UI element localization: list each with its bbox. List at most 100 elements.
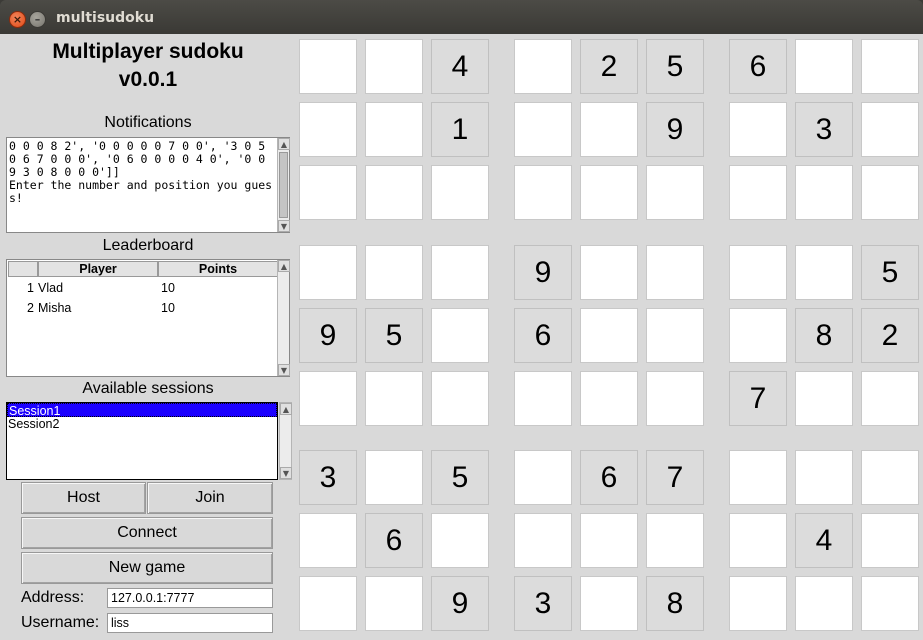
sudoku-cell-r7c9[interactable]: [861, 450, 919, 505]
sudoku-cell-r9c3[interactable]: 9: [431, 576, 489, 631]
sudoku-cell-r3c8[interactable]: [795, 165, 853, 220]
sudoku-cell-r4c5[interactable]: [580, 245, 638, 300]
sudoku-cell-r6c8[interactable]: [795, 371, 853, 426]
scroll-up-icon[interactable]: ▲: [278, 138, 290, 150]
sudoku-cell-r9c5[interactable]: [580, 576, 638, 631]
sudoku-cell-r8c1[interactable]: [299, 513, 357, 568]
sudoku-cell-r1c3[interactable]: 4: [431, 39, 489, 94]
sudoku-cell-r1c9[interactable]: [861, 39, 919, 94]
list-item[interactable]: Session1: [7, 403, 277, 418]
sudoku-cell-r2c4[interactable]: [514, 102, 572, 157]
sudoku-cell-r1c1[interactable]: [299, 39, 357, 94]
sudoku-cell-r3c3[interactable]: [431, 165, 489, 220]
sudoku-cell-r4c8[interactable]: [795, 245, 853, 300]
sudoku-cell-r3c2[interactable]: [365, 165, 423, 220]
sudoku-cell-r5c9[interactable]: 2: [861, 308, 919, 363]
sudoku-cell-r3c4[interactable]: [514, 165, 572, 220]
close-window-button[interactable]: ×: [9, 11, 26, 28]
sudoku-cell-r4c7[interactable]: [729, 245, 787, 300]
sudoku-cell-r7c6[interactable]: 7: [646, 450, 704, 505]
sudoku-cell-r8c2[interactable]: 6: [365, 513, 423, 568]
scroll-down-icon[interactable]: ▼: [278, 364, 290, 376]
sudoku-cell-r7c1[interactable]: 3: [299, 450, 357, 505]
sudoku-cell-r2c7[interactable]: [729, 102, 787, 157]
sudoku-cell-r4c2[interactable]: [365, 245, 423, 300]
sudoku-cell-r3c7[interactable]: [729, 165, 787, 220]
sessions-list[interactable]: Session1 Session2: [6, 402, 278, 480]
sudoku-cell-r4c3[interactable]: [431, 245, 489, 300]
sudoku-cell-r5c7[interactable]: [729, 308, 787, 363]
sudoku-cell-r6c7[interactable]: 7: [729, 371, 787, 426]
sudoku-cell-r8c9[interactable]: [861, 513, 919, 568]
sudoku-cell-r9c9[interactable]: [861, 576, 919, 631]
username-field[interactable]: liss: [107, 613, 273, 633]
notifications-box[interactable]: 0 0 0 8 2', '0 0 0 0 0 7 0 0', '3 0 5 0 …: [6, 137, 290, 233]
sudoku-cell-r7c8[interactable]: [795, 450, 853, 505]
sudoku-cell-r4c1[interactable]: [299, 245, 357, 300]
sudoku-cell-r3c5[interactable]: [580, 165, 638, 220]
sudoku-cell-r6c9[interactable]: [861, 371, 919, 426]
sudoku-cell-r6c5[interactable]: [580, 371, 638, 426]
sudoku-cell-r8c8[interactable]: 4: [795, 513, 853, 568]
sudoku-cell-r2c8[interactable]: 3: [795, 102, 853, 157]
scroll-down-icon[interactable]: ▼: [280, 467, 292, 479]
sudoku-cell-r9c1[interactable]: [299, 576, 357, 631]
notifications-scrollbar[interactable]: ▲ ▼: [277, 138, 290, 232]
sudoku-cell-r5c4[interactable]: 6: [514, 308, 572, 363]
sudoku-cell-r9c7[interactable]: [729, 576, 787, 631]
sudoku-cell-r2c9[interactable]: [861, 102, 919, 157]
sudoku-cell-r2c6[interactable]: 9: [646, 102, 704, 157]
sessions-scrollbar[interactable]: ▲ ▼: [279, 402, 292, 480]
sudoku-cell-r5c6[interactable]: [646, 308, 704, 363]
scroll-up-icon[interactable]: ▲: [278, 260, 290, 272]
column-header-points[interactable]: Points: [158, 261, 278, 277]
sudoku-cell-r5c1[interactable]: 9: [299, 308, 357, 363]
leaderboard-scrollbar[interactable]: ▲ ▼: [277, 260, 290, 376]
column-header-index[interactable]: [8, 261, 38, 277]
sudoku-cell-r3c9[interactable]: [861, 165, 919, 220]
scroll-up-icon[interactable]: ▲: [280, 403, 292, 415]
sudoku-cell-r6c6[interactable]: [646, 371, 704, 426]
host-button[interactable]: Host: [21, 482, 146, 514]
sudoku-cell-r5c5[interactable]: [580, 308, 638, 363]
sudoku-cell-r1c5[interactable]: 2: [580, 39, 638, 94]
sudoku-cell-r6c4[interactable]: [514, 371, 572, 426]
sudoku-cell-r1c6[interactable]: 5: [646, 39, 704, 94]
sudoku-cell-r1c4[interactable]: [514, 39, 572, 94]
address-field[interactable]: 127.0.0.1:7777: [107, 588, 273, 608]
sudoku-cell-r8c3[interactable]: [431, 513, 489, 568]
sudoku-cell-r5c2[interactable]: 5: [365, 308, 423, 363]
sudoku-cell-r3c6[interactable]: [646, 165, 704, 220]
sudoku-cell-r7c7[interactable]: [729, 450, 787, 505]
sudoku-cell-r2c3[interactable]: 1: [431, 102, 489, 157]
connect-button[interactable]: Connect: [21, 517, 273, 549]
table-row[interactable]: 2 Misha 10: [8, 298, 258, 318]
table-row[interactable]: 1 Vlad 10: [8, 278, 258, 298]
sudoku-cell-r2c1[interactable]: [299, 102, 357, 157]
minimize-window-button[interactable]: –: [29, 11, 46, 28]
sudoku-cell-r4c4[interactable]: 9: [514, 245, 572, 300]
column-header-player[interactable]: Player: [38, 261, 158, 277]
notifications-scroll-thumb[interactable]: [279, 152, 288, 218]
scroll-down-icon[interactable]: ▼: [278, 220, 290, 232]
sudoku-cell-r7c3[interactable]: 5: [431, 450, 489, 505]
sudoku-cell-r9c6[interactable]: 8: [646, 576, 704, 631]
sudoku-cell-r1c2[interactable]: [365, 39, 423, 94]
sudoku-cell-r8c7[interactable]: [729, 513, 787, 568]
new-game-button[interactable]: New game: [21, 552, 273, 584]
sudoku-cell-r6c1[interactable]: [299, 371, 357, 426]
sudoku-cell-r6c2[interactable]: [365, 371, 423, 426]
list-item[interactable]: Session2: [7, 417, 277, 431]
sudoku-cell-r2c2[interactable]: [365, 102, 423, 157]
sudoku-cell-r4c6[interactable]: [646, 245, 704, 300]
leaderboard-table[interactable]: Player Points 1 Vlad 10 2 Misha 10 ▲ ▼: [6, 259, 290, 377]
sudoku-cell-r8c4[interactable]: [514, 513, 572, 568]
join-button[interactable]: Join: [147, 482, 273, 514]
sudoku-cell-r1c7[interactable]: 6: [729, 39, 787, 94]
sudoku-cell-r7c5[interactable]: 6: [580, 450, 638, 505]
sudoku-cell-r8c5[interactable]: [580, 513, 638, 568]
sudoku-cell-r2c5[interactable]: [580, 102, 638, 157]
sudoku-cell-r7c4[interactable]: [514, 450, 572, 505]
sudoku-cell-r3c1[interactable]: [299, 165, 357, 220]
sudoku-cell-r8c6[interactable]: [646, 513, 704, 568]
